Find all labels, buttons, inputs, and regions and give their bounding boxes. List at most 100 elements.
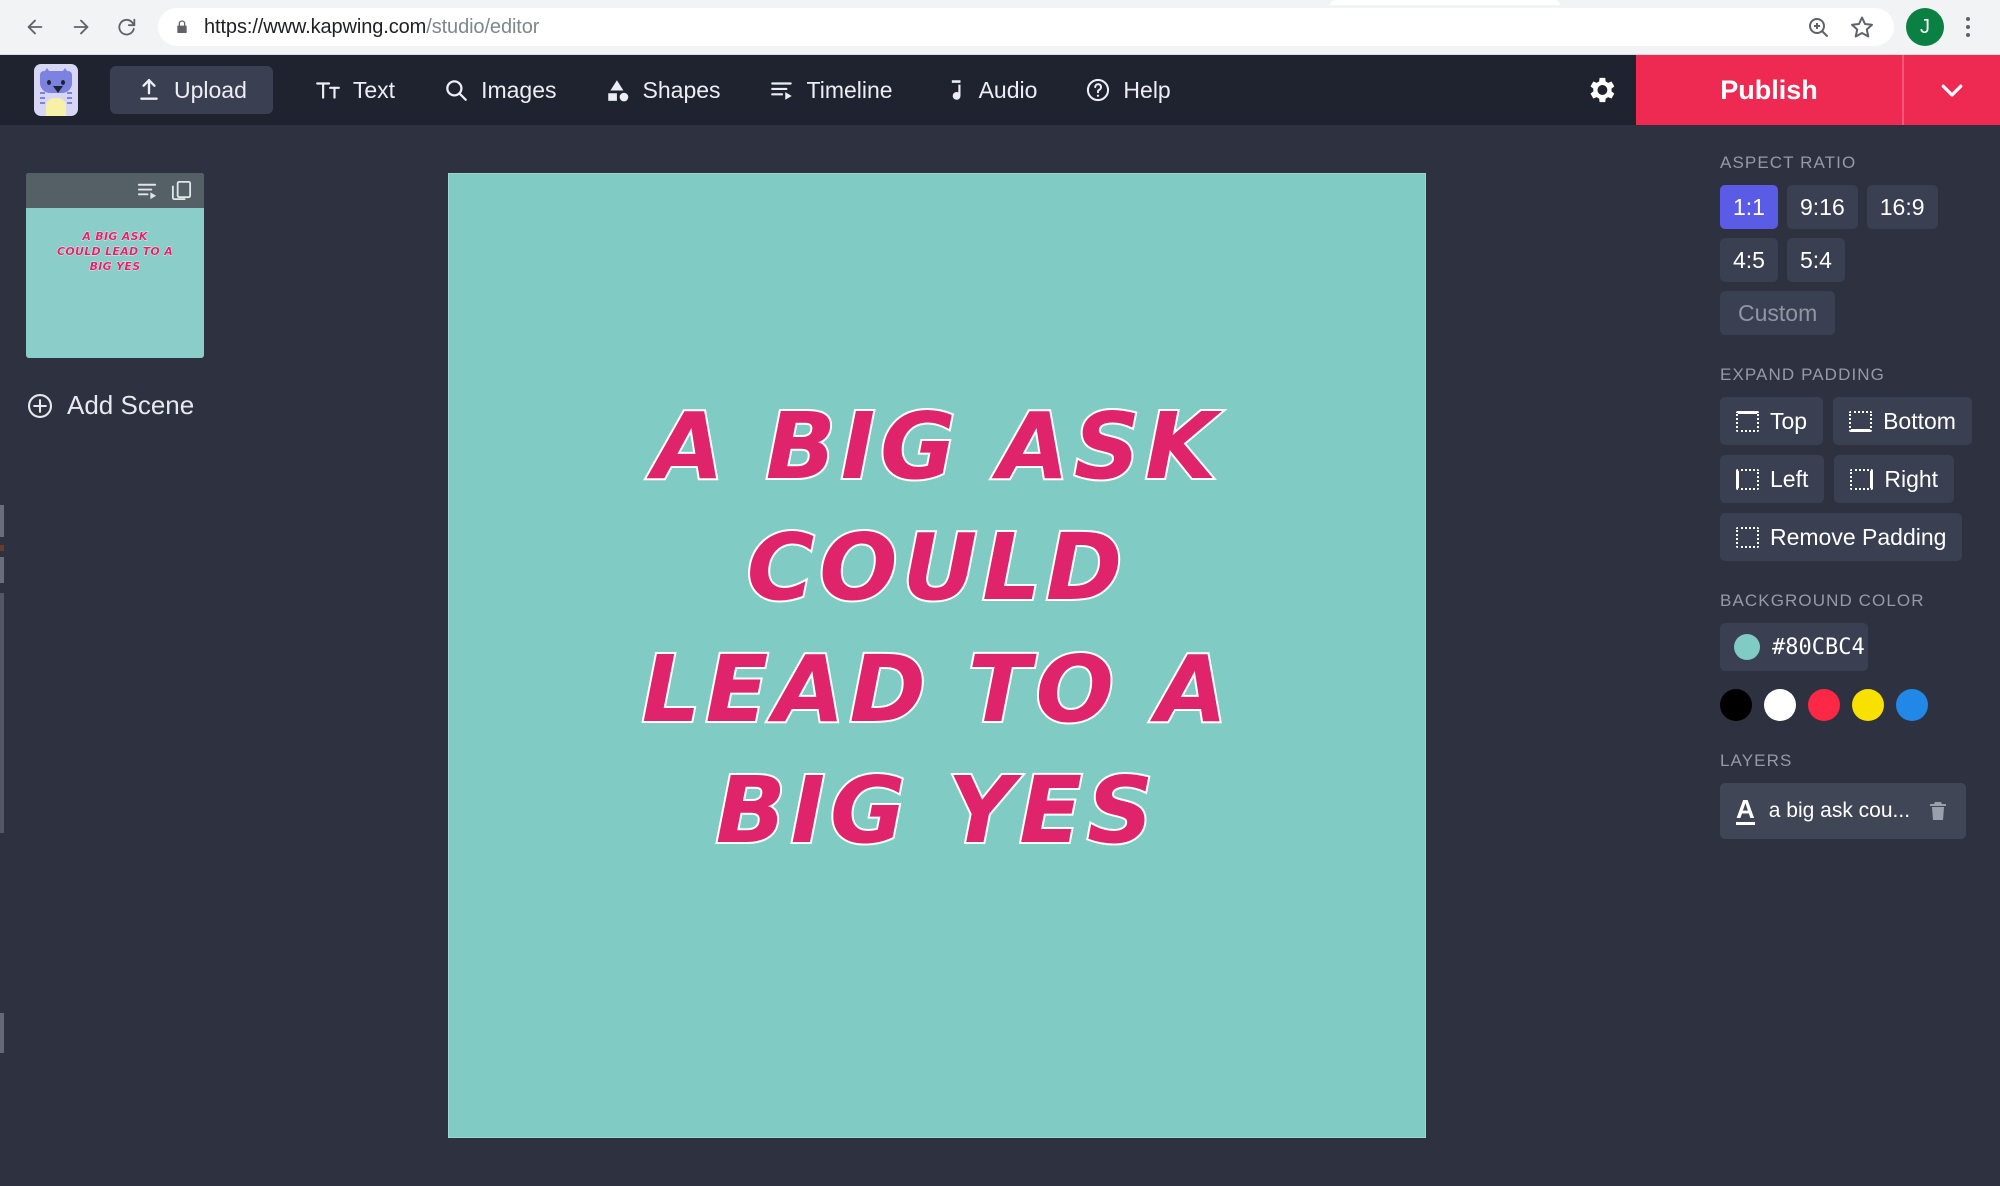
background-color-value: #80CBC4 — [1772, 634, 1865, 660]
padding-left-button[interactable]: Left — [1720, 455, 1825, 503]
add-scene-label: Add Scene — [67, 390, 195, 420]
properties-panel: ASPECT RATIO 1:1 9:16 16:9 4:5 5:4 Custo… — [1676, 125, 2000, 1186]
aspect-ratio-options: 1:1 9:16 16:9 4:5 5:4 Custom — [1676, 185, 1956, 335]
padding-bottom-button[interactable]: Bottom — [1833, 397, 1972, 445]
color-preset-yellow[interactable] — [1852, 689, 1884, 721]
remove-padding-button[interactable]: Remove Padding — [1720, 513, 1963, 561]
url-domain: https://www.kapwing.com — [204, 15, 427, 38]
chevron-down-icon — [1941, 84, 1963, 97]
tool-images[interactable]: Images — [423, 66, 576, 114]
color-presets — [1676, 689, 2000, 721]
padding-bottom-label: Bottom — [1883, 407, 1956, 434]
design-canvas[interactable]: A BIG ASK COULD LEAD TO A BIG YES — [448, 173, 1426, 1138]
url-path: /studio/editor — [426, 15, 540, 38]
shapes-icon — [607, 80, 628, 102]
settings-button[interactable] — [1566, 55, 1636, 125]
padding-right-icon — [1850, 468, 1874, 490]
duplicate-icon[interactable] — [170, 179, 193, 202]
reload-icon — [118, 18, 136, 36]
upload-label: Upload — [174, 76, 247, 103]
publish-button[interactable]: Publish — [1636, 55, 1904, 125]
tool-shapes[interactable]: Shapes — [585, 66, 741, 114]
tool-help[interactable]: Help — [1065, 66, 1190, 114]
text-layer-icon: A — [1736, 794, 1755, 825]
logo-eye-left — [47, 80, 51, 85]
padding-bottom-icon — [1849, 410, 1873, 432]
canvas-text-line: LEAD TO A — [640, 634, 1233, 745]
remove-padding-label: Remove Padding — [1770, 523, 1947, 550]
tool-timeline-label: Timeline — [806, 76, 893, 103]
omnibox-actions — [1806, 15, 1878, 39]
padding-remove-icon — [1736, 526, 1759, 548]
padding-top-label: Top — [1770, 407, 1808, 434]
layer-list-item[interactable]: A a big ask cou... — [1720, 783, 1966, 839]
music-note-icon — [951, 80, 961, 100]
text-icon — [315, 82, 340, 99]
layer-name-label: a big ask cou... — [1768, 799, 1911, 822]
forward-button[interactable] — [60, 6, 102, 48]
aspect-ratio-16-9[interactable]: 16:9 — [1866, 185, 1938, 229]
color-preset-red[interactable] — [1808, 689, 1840, 721]
kebab-menu-icon[interactable] — [1950, 6, 1986, 48]
avatar[interactable]: J — [1906, 8, 1944, 46]
timeline-icon — [770, 82, 792, 100]
aspect-ratio-custom[interactable]: Custom — [1720, 291, 1836, 335]
back-button[interactable] — [14, 6, 56, 48]
tool-text[interactable]: Text — [295, 66, 415, 114]
padding-right-label: Right — [1884, 465, 1939, 492]
padding-row-3: Remove Padding — [1676, 513, 2000, 561]
reload-button[interactable] — [106, 6, 148, 48]
star-icon[interactable] — [1850, 15, 1874, 39]
zoom-in-icon[interactable] — [1806, 15, 1830, 39]
back-arrow-icon — [27, 19, 43, 35]
padding-top-button[interactable]: Top — [1720, 397, 1824, 445]
aspect-ratio-5-4[interactable]: 5:4 — [1786, 238, 1845, 282]
background-color-title: BACKGROUND COLOR — [1720, 591, 1925, 610]
aspect-ratio-1-1[interactable]: 1:1 — [1720, 185, 1778, 229]
timeline-icon[interactable] — [136, 179, 159, 202]
layers-title: LAYERS — [1720, 751, 1793, 770]
browser-chrome: https://www.kapwing.com/studio/editor J — [0, 0, 2000, 55]
tool-shapes-label: Shapes — [642, 76, 721, 103]
url-text: https://www.kapwing.com/studio/editor — [204, 16, 539, 39]
upload-button[interactable]: Upload — [110, 66, 273, 114]
tool-text-label: Text — [352, 76, 396, 103]
aspect-ratio-9-16[interactable]: 9:16 — [1786, 185, 1858, 229]
padding-right-button[interactable]: Right — [1834, 455, 1955, 503]
tool-audio[interactable]: Audio — [921, 66, 1058, 114]
gear-icon — [1590, 77, 1615, 103]
color-preset-white[interactable] — [1764, 689, 1796, 721]
canvas-text-line: COULD — [745, 512, 1128, 623]
plus-circle-icon — [27, 393, 53, 418]
help-circle-icon — [1087, 78, 1110, 102]
background-color-picker[interactable]: #80CBC4 — [1720, 623, 1868, 671]
add-scene-button[interactable]: Add Scene — [26, 390, 226, 421]
tool-group: Text Images Shapes Timeline Audio Help — [295, 66, 1191, 114]
tool-images-label: Images — [481, 76, 557, 103]
color-preset-blue[interactable] — [1896, 689, 1928, 721]
scene-thumbnail-text: A BIG ASK COULD LEAD TO A BIG YES — [56, 230, 174, 273]
canvas-text-line: A BIG ASK — [651, 391, 1222, 502]
scene-thumbnail[interactable]: A BIG ASK COULD LEAD TO A BIG YES — [26, 173, 204, 358]
aspect-ratio-title: ASPECT RATIO — [1720, 153, 1857, 172]
padding-left-label: Left — [1770, 465, 1809, 492]
padding-left-icon — [1736, 468, 1759, 490]
background-color-swatch — [1734, 634, 1760, 660]
color-preset-black[interactable] — [1720, 689, 1752, 721]
address-bar[interactable]: https://www.kapwing.com/studio/editor — [158, 8, 1894, 46]
publish-dropdown-button[interactable] — [1904, 55, 2000, 125]
publish-group: Publish — [1636, 55, 2000, 125]
upload-icon — [140, 79, 158, 100]
tool-timeline[interactable]: Timeline — [749, 66, 913, 114]
browser-tab-stub[interactable] — [1330, 0, 1560, 5]
trash-icon[interactable] — [1926, 797, 1950, 825]
canvas-text-line: BIG YES — [714, 755, 1159, 866]
aspect-ratio-4-5[interactable]: 4:5 — [1720, 238, 1778, 282]
tool-help-label: Help — [1123, 76, 1171, 103]
kapwing-logo[interactable] — [34, 64, 78, 116]
canvas-text-block[interactable]: A BIG ASK COULD LEAD TO A BIG YES — [449, 386, 1425, 872]
padding-row-1: Top Bottom — [1676, 397, 2000, 445]
forward-arrow-icon — [73, 19, 89, 35]
lock-icon — [177, 20, 187, 33]
expand-padding-title: EXPAND PADDING — [1720, 365, 1885, 384]
